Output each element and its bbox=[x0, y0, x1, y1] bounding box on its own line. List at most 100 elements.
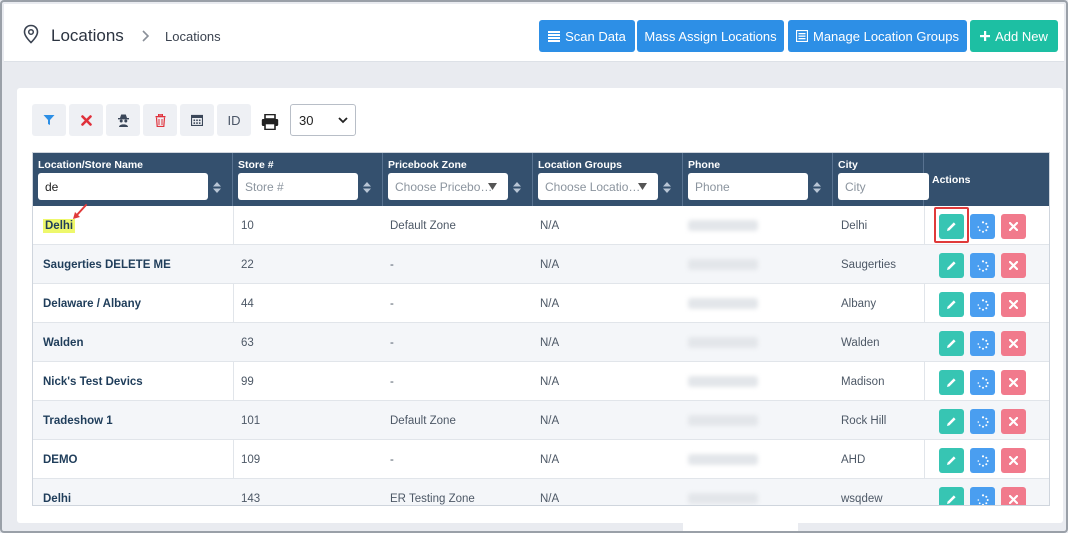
store-number: 10 bbox=[241, 219, 254, 232]
sync-icon bbox=[977, 415, 989, 428]
city: Albany bbox=[841, 297, 877, 310]
mass-assign-button[interactable]: Mass Assign Locations bbox=[637, 20, 784, 52]
manage-location-groups-button[interactable]: Manage Location Groups bbox=[788, 20, 967, 52]
delete-row-button[interactable] bbox=[1001, 370, 1026, 395]
location-name[interactable]: Tradeshow 1 bbox=[43, 401, 113, 440]
location-name[interactable]: Delaware / Albany bbox=[43, 284, 141, 323]
edit-button[interactable] bbox=[939, 409, 964, 434]
delete-row-button[interactable] bbox=[1001, 331, 1026, 356]
city: Delhi bbox=[841, 219, 868, 232]
filter-icon bbox=[43, 115, 55, 125]
pricebook-zone: - bbox=[390, 336, 394, 349]
delete-row-button[interactable] bbox=[1001, 214, 1026, 239]
table-row[interactable]: Nick's Test Devics 99 - N/A Madison bbox=[33, 362, 1049, 401]
delete-row-button[interactable] bbox=[1001, 253, 1026, 278]
edit-button[interactable] bbox=[939, 448, 964, 473]
sync-button[interactable] bbox=[970, 448, 995, 473]
id-label: ID bbox=[227, 112, 241, 128]
column-name-label: Location/Store Name bbox=[38, 159, 144, 171]
scan-data-label: Scan Data bbox=[565, 28, 626, 44]
city: AHD bbox=[841, 453, 866, 466]
spy-button[interactable] bbox=[106, 104, 140, 136]
table-header: Location/Store Name de Store # Store # P… bbox=[33, 153, 1049, 206]
column-pricebook-label: Pricebook Zone bbox=[388, 159, 467, 171]
sort-icon[interactable] bbox=[813, 182, 821, 193]
table-row[interactable]: DEMO 109 - N/A AHD bbox=[33, 440, 1049, 479]
sort-icon[interactable] bbox=[363, 182, 371, 193]
delete-button[interactable] bbox=[143, 104, 177, 136]
filter-button[interactable] bbox=[32, 104, 66, 136]
edit-button[interactable] bbox=[939, 331, 964, 356]
chevron-down-icon bbox=[338, 117, 348, 124]
name-filter-input[interactable]: de bbox=[38, 173, 208, 200]
close-icon bbox=[1009, 300, 1018, 309]
clear-filter-button[interactable] bbox=[69, 104, 103, 136]
scan-data-button[interactable]: Scan Data bbox=[539, 20, 635, 52]
delete-row-button[interactable] bbox=[1001, 409, 1026, 434]
sync-button[interactable] bbox=[970, 292, 995, 317]
location-groups: N/A bbox=[540, 453, 560, 466]
location-name[interactable]: DEMO bbox=[43, 440, 78, 479]
pricebook-zone: - bbox=[390, 375, 394, 388]
sort-icon[interactable] bbox=[663, 182, 671, 193]
close-icon bbox=[1009, 222, 1018, 231]
sync-button[interactable] bbox=[970, 214, 995, 239]
add-new-button[interactable]: Add New bbox=[970, 20, 1058, 52]
sync-icon bbox=[977, 220, 989, 233]
print-icon[interactable] bbox=[261, 114, 279, 130]
breadcrumb[interactable]: Locations bbox=[165, 29, 221, 44]
city-filter-input[interactable]: City bbox=[838, 173, 929, 200]
column-city: City City bbox=[833, 153, 929, 206]
store-number: 143 bbox=[241, 492, 261, 505]
table-row[interactable]: Tradeshow 1 101 Default Zone N/A Rock Hi… bbox=[33, 401, 1049, 440]
store-number: 63 bbox=[241, 336, 254, 349]
page-size-select[interactable]: 30 bbox=[290, 104, 356, 136]
annotation-arrow-icon bbox=[73, 204, 87, 219]
sync-button[interactable] bbox=[970, 370, 995, 395]
delete-row-button[interactable] bbox=[1001, 448, 1026, 473]
table-row[interactable]: Delhi 143 ER Testing Zone N/A wsqdew bbox=[33, 479, 1049, 505]
table-row[interactable]: Walden 63 - N/A Walden bbox=[33, 323, 1049, 362]
phone-blurred bbox=[688, 206, 758, 245]
store-number: 99 bbox=[241, 375, 254, 388]
pricebook-zone: Default Zone bbox=[390, 219, 456, 232]
mass-assign-label: Mass Assign Locations bbox=[644, 28, 777, 44]
spy-icon bbox=[117, 114, 129, 127]
pricebook-zone: - bbox=[390, 297, 394, 310]
sort-icon[interactable] bbox=[213, 182, 221, 193]
phone-blurred bbox=[688, 245, 758, 284]
edit-button[interactable] bbox=[939, 292, 964, 317]
table-row[interactable]: Delaware / Albany 44 - N/A Albany bbox=[33, 284, 1049, 323]
column-store: Store # Store # bbox=[233, 153, 383, 206]
close-icon bbox=[1009, 261, 1018, 270]
edit-button[interactable] bbox=[939, 253, 964, 278]
chevron-right-icon bbox=[142, 30, 150, 42]
caret-down-icon bbox=[638, 183, 647, 190]
sync-button[interactable] bbox=[970, 409, 995, 434]
location-name[interactable]: Saugerties DELETE ME bbox=[43, 245, 171, 284]
delete-row-button[interactable] bbox=[1001, 292, 1026, 317]
sync-button[interactable] bbox=[970, 253, 995, 278]
edit-button[interactable] bbox=[939, 487, 964, 505]
store-filter-input[interactable]: Store # bbox=[238, 173, 358, 200]
location-groups: N/A bbox=[540, 414, 560, 427]
calendar-button[interactable] bbox=[180, 104, 214, 136]
delete-row-button[interactable] bbox=[1001, 487, 1026, 505]
clear-icon bbox=[80, 114, 92, 126]
sort-icon[interactable] bbox=[513, 182, 521, 193]
edit-button[interactable] bbox=[939, 370, 964, 395]
location-name[interactable]: Delhi bbox=[43, 479, 71, 505]
pencil-icon bbox=[947, 417, 956, 426]
id-button[interactable]: ID bbox=[217, 104, 251, 136]
location-name[interactable]: Walden bbox=[43, 323, 83, 362]
city: Rock Hill bbox=[841, 414, 887, 427]
phone-filter-input[interactable]: Phone bbox=[688, 173, 808, 200]
pencil-icon bbox=[947, 300, 956, 309]
location-name[interactable]: Nick's Test Devics bbox=[43, 362, 143, 401]
close-icon bbox=[1009, 495, 1018, 504]
store-number: 109 bbox=[241, 453, 261, 466]
table-row[interactable]: Saugerties DELETE ME 22 - N/A Saugerties bbox=[33, 245, 1049, 284]
sync-button[interactable] bbox=[970, 331, 995, 356]
table-row[interactable]: Delhi 10 Default Zone N/A Delhi bbox=[33, 206, 1049, 245]
sync-button[interactable] bbox=[970, 487, 995, 505]
